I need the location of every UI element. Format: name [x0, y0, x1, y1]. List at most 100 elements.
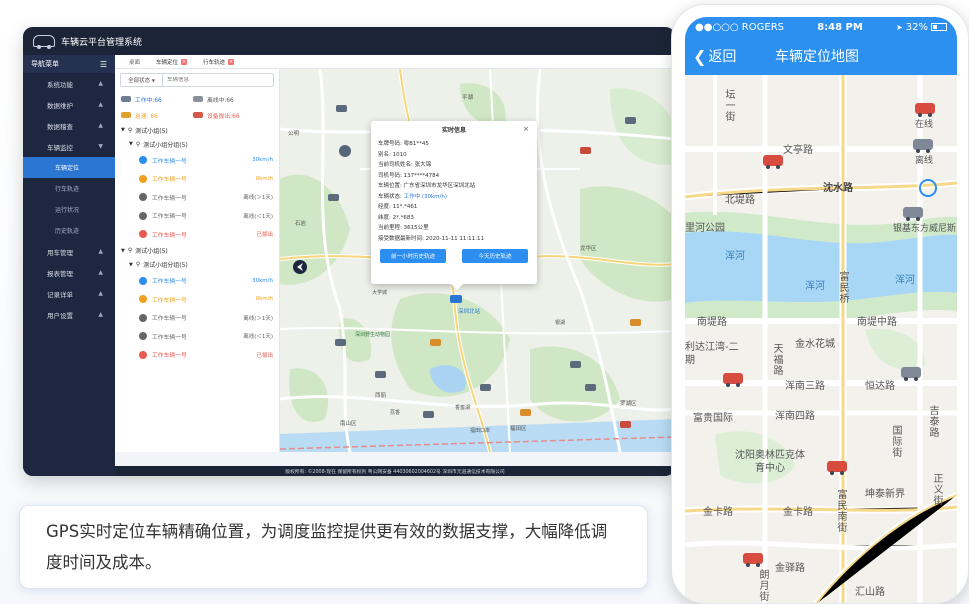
- expand-triangle-icon: ▼: [121, 127, 125, 133]
- stat-label: 怠速: 66: [135, 113, 158, 120]
- vehicle-name: 工作车辆一号: [152, 195, 187, 202]
- vehicle-row[interactable]: 工作车辆一号 0km/h: [115, 170, 279, 189]
- stat-label: 离线中:66: [207, 97, 234, 104]
- close-icon[interactable]: ×: [523, 125, 529, 133]
- phone-map-view[interactable]: 坛一街 文亭路 北堤路 沈水路 里河公园 浑河 浑河 浑河 银基东方威尼斯 富民…: [685, 75, 957, 603]
- tree-subgroup[interactable]: ▼ ⚲ 测试小组分组(5): [115, 137, 279, 151]
- info-value: 11*.*461: [392, 204, 418, 210]
- vehicle-search-input[interactable]: [163, 77, 273, 83]
- info-key: 别名:: [378, 151, 391, 158]
- status-select[interactable]: 全部状态 ▼: [121, 74, 163, 86]
- chevron-up-icon: ▲: [98, 122, 103, 129]
- tree-group[interactable]: ▼ ⚲ 测试小组(5): [115, 123, 279, 137]
- map-label: 天福路: [771, 343, 782, 376]
- sidebar: 导航菜单 ☰ 系统功能 ▲ 数据维护 ▲ 数据稽查 ▲ 车辆监控 ▼ 车辆定位 行车轨迹…: [23, 55, 115, 476]
- page: 车辆云平台管理系统 导航菜单 ☰ 系统功能 ▲ 数据维护 ▲ 数据稽查 ▲ 车辆监控 ▼…: [0, 0, 969, 604]
- sidebar-item-data-maint[interactable]: 数据维护 ▲: [23, 94, 115, 115]
- sidebar-sub-status[interactable]: 运行状况: [23, 199, 115, 220]
- vehicle-row[interactable]: 工作车辆一号 30km/h: [115, 272, 279, 291]
- vehicle-row[interactable]: 工作车辆一号 已拔出: [115, 225, 279, 244]
- tab-desktop[interactable]: 桌面: [121, 55, 148, 69]
- today-track-button[interactable]: 今天历史轨迹: [462, 249, 528, 263]
- car-logo-icon: [33, 35, 55, 49]
- sidebar-item-label: 用车管理: [47, 248, 73, 257]
- expand-triangle-icon: ▼: [129, 261, 133, 268]
- tree-subgroup[interactable]: ▼ ⚲ 测试小组分组(5): [115, 258, 279, 272]
- tab-vehicle-location[interactable]: 车辆定位 ×: [148, 55, 195, 69]
- vehicle-row[interactable]: 工作车辆一号 离线(＜1天): [115, 207, 279, 226]
- sidebar-sub-history[interactable]: 历史轨迹: [23, 220, 115, 241]
- info-key: 当前里程:: [378, 225, 402, 231]
- map-label: 吉泰路: [927, 405, 938, 438]
- map-label: 金卡路: [783, 507, 813, 518]
- sidebar-item-vehicle-monitor[interactable]: 车辆监控 ▼: [23, 136, 115, 157]
- map-label: 金卡路: [703, 507, 733, 518]
- sidebar-item-system[interactable]: 系统功能 ▲: [23, 73, 115, 94]
- sidebar-item-reports[interactable]: 报表管理 ▲: [23, 262, 115, 283]
- org-tree-icon: ⚲: [127, 126, 133, 134]
- info-key: 车辆状态:: [378, 193, 402, 200]
- sidebar-item-user-settings[interactable]: 用户设置 ▲: [23, 304, 115, 325]
- close-icon[interactable]: ×: [228, 58, 235, 65]
- chevron-down-icon: ▼: [98, 143, 103, 150]
- battery-indicator: ➤ 32%: [896, 22, 947, 33]
- vehicle-row[interactable]: 工作车辆一号 离线(＜1天): [115, 327, 279, 346]
- vehicle-row[interactable]: 工作车辆一号 离线(＞1天): [115, 188, 279, 207]
- map-label: 浑河: [725, 251, 745, 262]
- back-button[interactable]: ❮ 返回: [685, 46, 775, 66]
- vehicle-name: 工作车辆一号: [152, 214, 187, 221]
- main-content: 桌面 车辆定位× 行车轨迹× 全部状态 ▼ 工作中:66 离线中:66 怠速: …: [115, 55, 675, 476]
- tree-subgroup-label: 测试小组分组(5): [143, 141, 188, 149]
- sidebar-item-records[interactable]: 记录详单 ▲: [23, 283, 115, 304]
- sidebar-item-label: 数据稽查: [47, 122, 73, 131]
- vehicle-status: 30km/h: [252, 157, 273, 164]
- stat-offline[interactable]: 离线中:66: [193, 95, 265, 104]
- menu-toggle-icon[interactable]: ☰: [100, 60, 107, 69]
- chevron-up-icon: ▲: [98, 80, 103, 87]
- tab-label: 桌面: [129, 59, 141, 66]
- map-label: 金驿路: [775, 563, 805, 574]
- close-icon[interactable]: ×: [181, 58, 188, 65]
- map-label: 坤泰新界: [865, 489, 905, 500]
- vehicle-row[interactable]: 工作车辆一号 离线(＞1天): [115, 309, 279, 328]
- tree-group[interactable]: ▼ ⚲ 测试小组(5): [115, 244, 279, 258]
- info-key: 车辆位置:: [378, 183, 402, 189]
- tab-track[interactable]: 行车轨迹 ×: [195, 55, 242, 69]
- stat-working[interactable]: 工作中:66: [121, 95, 193, 104]
- phone-nav-bar: ❮ 返回 车辆定位地图: [685, 37, 957, 75]
- vehicle-status: 离线(＞1天): [243, 195, 273, 202]
- sidebar-sub-vehicle-location[interactable]: 车辆定位: [23, 157, 115, 178]
- stat-idle[interactable]: 怠速: 66: [121, 111, 193, 120]
- phone-mockup: ●●○○○ ROGERS 8:48 PM ➤ 32% ❮ 返回 车辆定位地图 坛…: [671, 4, 969, 604]
- sidebar-header: 导航菜单 ☰: [23, 55, 115, 73]
- map-label: 金水花城: [795, 339, 835, 350]
- popup-info-line: 司机号码: 137****4784: [378, 171, 530, 182]
- vehicle-row[interactable]: 工作车辆一号 0km/h: [115, 290, 279, 309]
- map-label: 北堤路: [725, 195, 755, 206]
- map-label: 石岩: [295, 221, 307, 227]
- vehicle-status: 离线(＜1天): [243, 334, 273, 341]
- sidebar-item-data-audit[interactable]: 数据稽查 ▲: [23, 115, 115, 136]
- battery-icon: [930, 23, 947, 31]
- info-key: 接受数据最新时间:: [378, 235, 424, 242]
- tree-subgroup-label: 测试小组分组(5): [143, 262, 188, 269]
- last-hour-track-button[interactable]: 前一小时历史轨迹: [380, 249, 446, 263]
- vehicle-row[interactable]: 工作车辆一号 已拔出: [115, 346, 279, 365]
- sidebar-item-label: 系统功能: [47, 80, 73, 89]
- vehicle-status-icon: [139, 174, 147, 183]
- clock-label: 8:48 PM: [817, 21, 863, 33]
- popup-info-line: 接受数据最新时间: 2020-11-11 11:11:11: [378, 234, 530, 245]
- car-icon: [121, 112, 131, 118]
- stat-unplugged[interactable]: 设备拔出:66: [193, 111, 265, 120]
- tree-group-label: 测试小组(5): [135, 127, 168, 135]
- chevron-up-icon: ▲: [98, 269, 103, 276]
- map-view[interactable]: 平湖 深圳北站 深圳野生动物园 大学城 龙华区 南山区 福田区 罗湖区 西丽 荔…: [280, 69, 675, 452]
- sidebar-sub-track[interactable]: 行车轨迹: [23, 178, 115, 199]
- vehicle-status-icon: [139, 276, 147, 285]
- phone-status-bar: ●●○○○ ROGERS 8:48 PM ➤ 32%: [685, 17, 957, 37]
- map-label: 银湖: [555, 320, 566, 326]
- vehicle-row[interactable]: 工作车辆一号 30km/h: [115, 151, 279, 170]
- chevron-down-icon: ▼: [151, 77, 155, 83]
- sidebar-item-vehicle-use[interactable]: 用车管理 ▲: [23, 241, 115, 262]
- vehicle-name: 工作车辆一号: [152, 316, 187, 323]
